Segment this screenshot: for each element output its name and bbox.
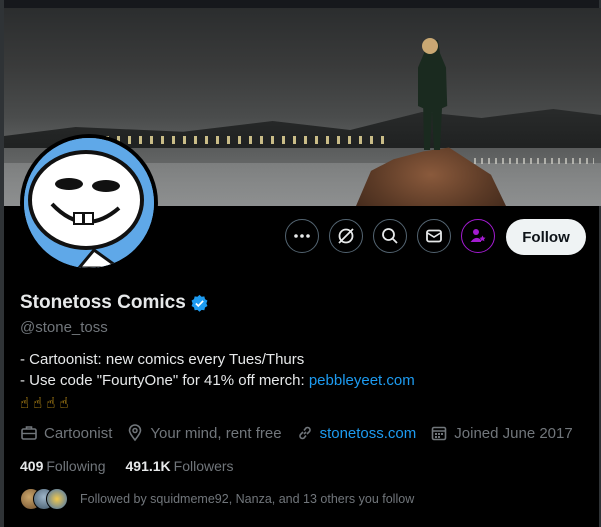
bio-line: - Use code "FourtyOne" for 41% off merch… bbox=[20, 372, 415, 389]
top-bar bbox=[0, 0, 601, 8]
followed-by-row[interactable]: Followed by squidmeme92, Nanza, and 13 o… bbox=[20, 488, 414, 510]
following-link[interactable]: 409 Following bbox=[20, 458, 106, 474]
message-button[interactable] bbox=[417, 219, 451, 253]
more-icon bbox=[294, 234, 310, 238]
follow-button[interactable]: Follow bbox=[506, 219, 586, 255]
profile-meta: Cartoonist Your mind, rent free stonetos… bbox=[20, 424, 587, 442]
location-pin-icon bbox=[129, 424, 142, 442]
profession-text: Cartoonist bbox=[44, 424, 113, 442]
follower-avatar bbox=[46, 488, 68, 510]
cartoon-face-image bbox=[24, 138, 154, 268]
location-text: Your mind, rent free bbox=[150, 424, 282, 442]
website-link[interactable]: stonetoss.com bbox=[320, 425, 417, 442]
message-icon bbox=[426, 229, 442, 243]
following-label: Following bbox=[46, 458, 106, 474]
link-icon bbox=[298, 426, 311, 440]
website-item: stonetoss.com bbox=[296, 424, 417, 442]
profile-name-row: Stonetoss Comics bbox=[20, 292, 209, 314]
profile-name: Stonetoss Comics bbox=[20, 292, 186, 313]
pointing-up-emoji: ☝ bbox=[20, 395, 30, 412]
avatar[interactable] bbox=[20, 134, 158, 272]
more-button[interactable] bbox=[285, 219, 319, 253]
briefcase-icon bbox=[21, 426, 37, 440]
pointing-up-emoji: ☝ bbox=[33, 395, 43, 412]
verified-badge-icon[interactable] bbox=[190, 294, 209, 313]
joined-text: Joined June 2017 bbox=[454, 424, 573, 442]
follower-avatars bbox=[20, 488, 70, 510]
grok-icon bbox=[338, 228, 354, 244]
subscribe-icon bbox=[470, 229, 486, 242]
followers-label: Followers bbox=[173, 458, 234, 474]
follow-stats: 409 Following 491.1K Followers bbox=[20, 458, 254, 474]
joined-item: Joined June 2017 bbox=[430, 424, 573, 442]
search-icon bbox=[382, 228, 398, 244]
search-button[interactable] bbox=[373, 219, 407, 253]
bio-line: - Cartoonist: new comics every Tues/Thur… bbox=[20, 351, 305, 368]
grok-button[interactable] bbox=[329, 219, 363, 253]
subscribe-button[interactable] bbox=[461, 219, 495, 253]
calendar-icon bbox=[431, 426, 447, 441]
followers-count: 491.1K bbox=[125, 458, 171, 474]
followed-by-text: Followed by squidmeme92, Nanza, and 13 o… bbox=[80, 492, 415, 506]
pointing-up-emoji: ☝ bbox=[46, 395, 56, 412]
profession-item: Cartoonist bbox=[20, 424, 112, 442]
bio-link[interactable]: pebbleyeet.com bbox=[309, 372, 415, 389]
bio-emojis: ☝ ☝ ☝ ☝ bbox=[20, 393, 415, 414]
profile-bio: - Cartoonist: new comics every Tues/Thur… bbox=[20, 349, 415, 414]
location-item: Your mind, rent free bbox=[126, 424, 282, 442]
following-count: 409 bbox=[20, 458, 44, 474]
profile-handle: @stone_toss bbox=[20, 319, 108, 336]
followers-link[interactable]: 491.1K Followers bbox=[126, 458, 234, 474]
pointing-up-emoji: ☝ bbox=[59, 395, 69, 412]
